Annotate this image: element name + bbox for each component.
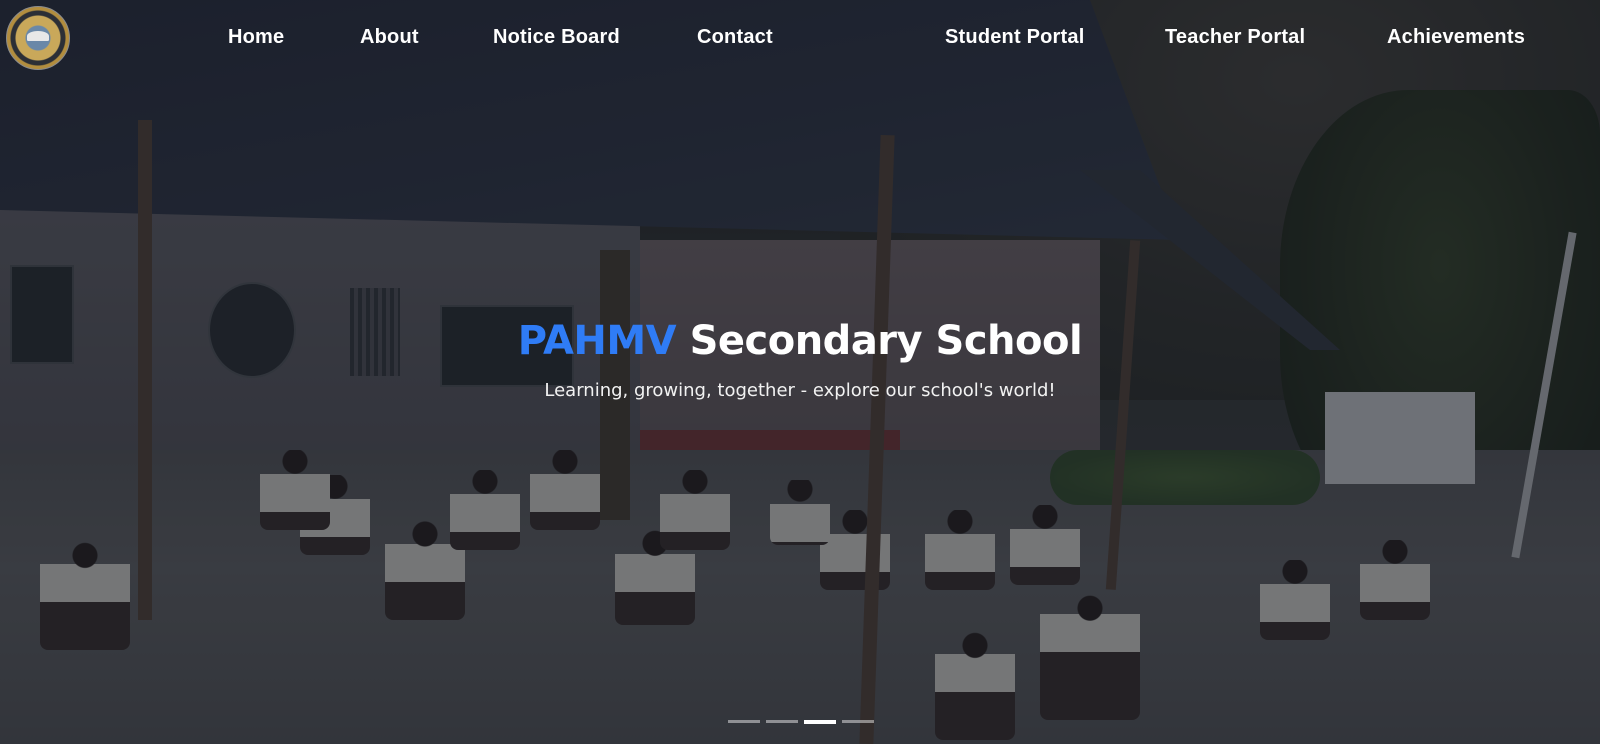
carousel-indicator-2[interactable] — [766, 720, 798, 723]
nav-link-student-portal[interactable]: Student Portal — [945, 26, 1084, 49]
nav-link-notice-board[interactable]: Notice Board — [493, 26, 620, 49]
school-emblem-icon — [27, 31, 49, 41]
nav-link-teacher-portal[interactable]: Teacher Portal — [1165, 26, 1305, 49]
hero-subtitle: Learning, growing, together - explore ou… — [544, 380, 1056, 401]
hero-title-rest: Secondary School — [689, 318, 1083, 364]
hero-section: PAHMV Secondary School Learning, growing… — [0, 318, 1600, 401]
nav-link-home[interactable]: Home — [228, 26, 284, 49]
nav-link-achievements[interactable]: Achievements — [1387, 26, 1525, 49]
hero-title: PAHMV Secondary School — [0, 318, 1600, 364]
school-logo[interactable] — [6, 6, 70, 70]
nav-link-contact[interactable]: Contact — [697, 26, 773, 49]
carousel-indicators — [728, 720, 874, 724]
carousel-indicator-4[interactable] — [842, 720, 874, 723]
carousel-indicator-3[interactable] — [804, 720, 836, 724]
carousel-indicator-1[interactable] — [728, 720, 760, 723]
nav-link-about[interactable]: About — [360, 26, 419, 49]
hero-title-accent: PAHMV — [517, 318, 677, 364]
